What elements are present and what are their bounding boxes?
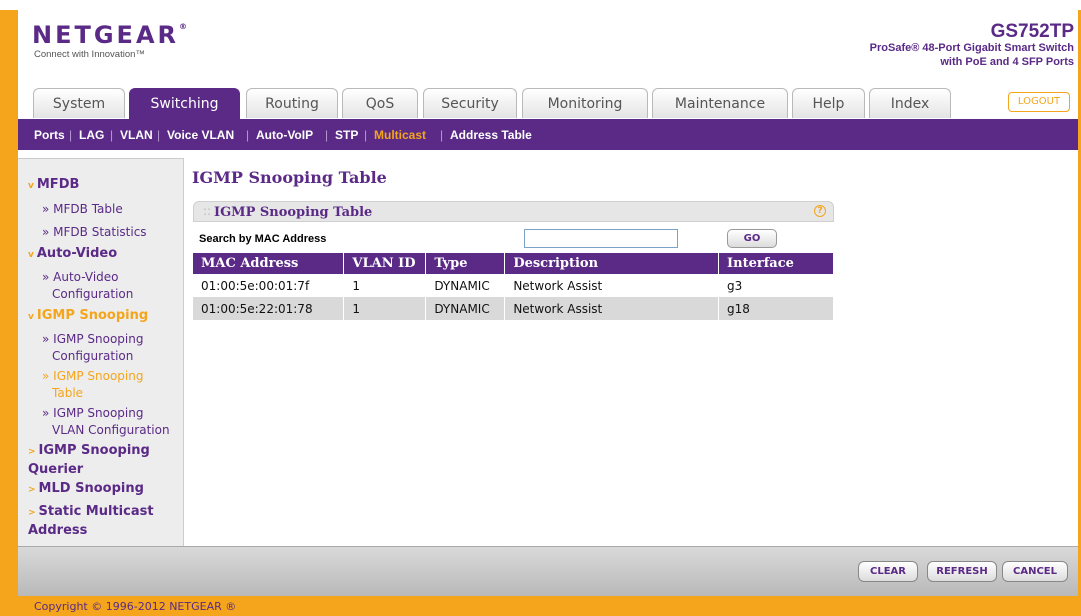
cell-description: Network Assist: [504, 297, 720, 320]
subnav-separator: |: [157, 128, 161, 142]
sidebar-item-igmp-config[interactable]: » IGMP Snooping Configuration: [42, 331, 184, 365]
table-header-row: MAC Address VLAN ID Type Description Int…: [193, 253, 834, 274]
chevron-right-icon: >: [28, 508, 36, 518]
column-header-vlan-id: VLAN ID: [343, 253, 427, 274]
chevron-right-icon: >: [28, 485, 36, 495]
panel-title: IGMP Snooping Table: [214, 205, 373, 220]
subnav-separator: |: [440, 128, 444, 142]
panel-header: :: IGMP Snooping Table ?: [193, 201, 834, 222]
model-description-line1: ProSafe® 48-Port Gigabit Smart Switch: [869, 42, 1074, 54]
subnav-separator: |: [325, 128, 329, 142]
cell-description: Network Assist: [504, 274, 720, 297]
tab-switching[interactable]: Switching: [129, 88, 240, 119]
top-line: [0, 0, 1081, 10]
subnav-separator: |: [246, 128, 250, 142]
subnav-lag[interactable]: LAG: [79, 128, 104, 142]
cell-type: DYNAMIC: [425, 297, 506, 320]
chevron-right-icon: >: [28, 447, 36, 457]
model-description-line2: with PoE and 4 SFP Ports: [940, 56, 1074, 68]
column-header-description: Description: [504, 253, 720, 274]
copyright-text: Copyright © 1996-2012 NETGEAR ®: [34, 600, 237, 613]
clear-button[interactable]: CLEAR: [858, 561, 918, 582]
chevron-down-icon: v: [28, 181, 34, 191]
sidebar-igmp-snooping[interactable]: v IGMP Snooping: [28, 308, 148, 323]
tab-help[interactable]: Help: [792, 88, 865, 118]
cancel-button[interactable]: CANCEL: [1002, 561, 1068, 582]
subnav-separator: |: [110, 128, 114, 142]
table-row[interactable]: 01:00:5e:00:01:7f 1 DYNAMIC Network Assi…: [193, 274, 834, 297]
table-row[interactable]: 01:00:5e:22:01:78 1 DYNAMIC Network Assi…: [193, 297, 834, 320]
sidebar-item-igmp-table[interactable]: » IGMP Snooping Table: [42, 368, 184, 402]
igmp-snooping-table: MAC Address VLAN ID Type Description Int…: [193, 253, 834, 320]
tab-monitoring[interactable]: Monitoring: [522, 88, 648, 118]
igmp-table-panel: :: IGMP Snooping Table ? Search by MAC A…: [193, 201, 834, 327]
sidebar-item-mfdb-statistics[interactable]: » MFDB Statistics: [42, 224, 184, 241]
subnav-ports[interactable]: Ports: [34, 128, 65, 142]
search-label: Search by MAC Address: [199, 233, 327, 245]
subnav-address-table[interactable]: Address Table: [450, 128, 532, 142]
tab-security[interactable]: Security: [423, 88, 517, 118]
tab-qos[interactable]: QoS: [342, 88, 418, 118]
sidebar-static-multicast[interactable]: > Static Multicast Address: [28, 503, 178, 539]
subnav-separator: |: [364, 128, 368, 142]
cell-interface: g3: [718, 274, 834, 297]
page-title: IGMP Snooping Table: [192, 168, 387, 187]
subnav-separator: |: [69, 128, 73, 142]
logout-button[interactable]: LOGOUT: [1008, 92, 1070, 112]
tab-index[interactable]: Index: [869, 88, 951, 118]
subnav-vlan[interactable]: VLAN: [120, 128, 153, 142]
sidebar-mld-snooping[interactable]: > MLD Snooping: [28, 481, 144, 496]
tab-maintenance[interactable]: Maintenance: [652, 88, 788, 118]
column-header-interface: Interface: [718, 253, 834, 274]
sidebar-item-igmp-vlan-config[interactable]: » IGMP Snooping VLAN Configuration: [42, 405, 184, 439]
cell-mac-address: 01:00:5e:22:01:78: [193, 297, 345, 320]
help-icon[interactable]: ?: [814, 205, 826, 217]
cell-mac-address: 01:00:5e:00:01:7f: [193, 274, 345, 297]
cell-vlan-id: 1: [343, 297, 427, 320]
chevron-down-icon: v: [28, 250, 34, 260]
subnav-bar: Ports | LAG | VLAN | Voice VLAN | Auto-V…: [18, 119, 1078, 150]
sidebar: v MFDB » MFDB Table » MFDB Statistics v Au…: [18, 158, 184, 546]
grip-icon: ::: [203, 204, 212, 218]
sidebar-auto-video[interactable]: v Auto-Video: [28, 246, 117, 261]
tab-routing[interactable]: Routing: [246, 88, 338, 118]
sidebar-item-mfdb-table[interactable]: » MFDB Table: [42, 201, 184, 218]
cell-vlan-id: 1: [343, 274, 427, 297]
tab-system[interactable]: System: [33, 88, 125, 118]
subnav-auto-voip[interactable]: Auto-VoIP: [256, 128, 313, 142]
sidebar-item-auto-video-config[interactable]: » Auto-Video Configuration: [42, 269, 184, 303]
column-header-mac-address: MAC Address: [193, 253, 345, 274]
chevron-down-icon: v: [28, 312, 34, 322]
bottom-button-bar: CLEAR REFRESH CANCEL: [18, 546, 1078, 596]
refresh-button[interactable]: REFRESH: [927, 561, 997, 582]
subnav-multicast[interactable]: Multicast: [374, 128, 426, 142]
column-header-type: Type: [425, 253, 506, 274]
cell-type: DYNAMIC: [425, 274, 506, 297]
tagline: Connect with Innovation™: [34, 49, 145, 60]
subnav-stp[interactable]: STP: [335, 128, 358, 142]
model-name: GS752TP: [990, 21, 1074, 42]
search-row: Search by MAC Address GO: [193, 224, 834, 252]
go-button[interactable]: GO: [727, 229, 777, 248]
subnav-voice-vlan[interactable]: Voice VLAN: [167, 128, 234, 142]
sidebar-mfdb[interactable]: v MFDB: [28, 177, 79, 192]
sidebar-igmp-querier[interactable]: > IGMP Snooping Querier: [28, 442, 178, 478]
netgear-logo[interactable]: NETGEAR®: [32, 21, 187, 49]
mac-search-input[interactable]: [524, 229, 678, 248]
cell-interface: g18: [718, 297, 834, 320]
